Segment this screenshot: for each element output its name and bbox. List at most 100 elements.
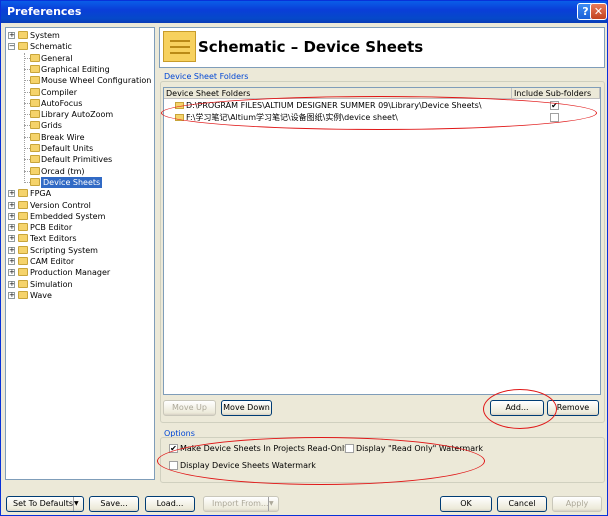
folder-icon <box>30 177 40 186</box>
expand-icon[interactable]: + <box>8 224 15 232</box>
move-up-button[interactable]: Move Up <box>163 400 216 416</box>
load-button[interactable]: Load... <box>145 496 195 512</box>
close-button[interactable]: ✕ <box>590 3 607 20</box>
folder-icon <box>30 166 40 175</box>
page-title: Schematic – Device Sheets <box>198 38 424 56</box>
folder-icon <box>18 200 28 209</box>
import-from-label: Import From... <box>212 499 269 508</box>
tree-item-label: Library AutoZoom <box>41 110 114 120</box>
tree-item-label: Wave <box>30 290 52 300</box>
expand-icon[interactable]: + <box>8 258 15 265</box>
tree-item-label: Grids <box>41 121 62 131</box>
tree-item-label: Simulation <box>30 279 73 289</box>
tree-item-default-primitives[interactable]: Default Primitives <box>6 154 154 165</box>
folder-icon <box>30 53 40 62</box>
preferences-tree[interactable]: + System − Schematic General Graphical Editin… <box>5 27 155 480</box>
cancel-button[interactable]: Cancel <box>497 496 547 512</box>
expand-icon[interactable]: + <box>8 212 15 220</box>
tree-item-mouse-wheel-configuration[interactable]: Mouse Wheel Configuration <box>6 75 154 86</box>
tree-item-label: System <box>30 31 60 40</box>
tree-item-label: Device Sheets <box>41 176 103 188</box>
tree-item-orcad-tm[interactable]: Orcad (tm) <box>6 166 154 177</box>
tree-item-label: General <box>41 53 73 63</box>
folder-icon <box>18 279 28 288</box>
folder-icon <box>18 234 28 243</box>
tree-item-general[interactable]: General <box>6 53 154 64</box>
folder-icon <box>30 155 40 164</box>
tree-item-label: Embedded System <box>30 211 106 221</box>
annotation-ellipse-folders <box>161 96 597 130</box>
save-button[interactable]: Save... <box>89 496 139 512</box>
tree-item-cam-editor[interactable]: + CAM Editor <box>6 256 154 267</box>
tree-item-device-sheets[interactable]: Device Sheets <box>6 176 154 188</box>
tree-item-version-control[interactable]: + Version Control <box>6 200 154 211</box>
collapse-icon[interactable]: − <box>8 43 15 51</box>
tree-item-label: Graphical Editing <box>41 64 110 74</box>
column-header-include-subfolders[interactable]: Include Sub-folders <box>512 88 600 99</box>
folder-icon <box>18 223 28 232</box>
folders-table[interactable]: Device Sheet Folders Include Sub-folders… <box>163 87 601 395</box>
tree-item-label: AutoFocus <box>41 98 83 108</box>
set-to-defaults-label: Set To Defaults <box>13 499 74 508</box>
schematic-page-icon <box>163 31 196 62</box>
expand-icon[interactable]: + <box>8 280 15 288</box>
tree-item-graphical-editing[interactable]: Graphical Editing <box>6 64 154 75</box>
folder-icon <box>18 245 28 254</box>
apply-button[interactable]: Apply <box>552 496 602 512</box>
folder-icon <box>18 257 28 265</box>
set-to-defaults-button[interactable]: Set To Defaults ▼ <box>6 496 84 512</box>
tree-item-scripting-system[interactable]: + Scripting System <box>6 245 154 256</box>
tree-item-pcb-editor[interactable]: + PCB Editor <box>6 222 154 233</box>
tree-item-label: Schematic <box>30 42 72 52</box>
expand-icon[interactable]: + <box>8 291 15 299</box>
tree-item-label: Mouse Wheel Configuration <box>41 76 152 86</box>
tree-item-system[interactable]: + System <box>6 30 154 41</box>
folder-icon <box>30 87 40 96</box>
expand-icon[interactable]: + <box>8 190 15 198</box>
folder-icon <box>18 268 28 277</box>
tree-item-wave[interactable]: + Wave <box>6 290 154 301</box>
tree-item-grids[interactable]: Grids <box>6 120 154 131</box>
folder-icon <box>30 121 40 130</box>
annotation-ellipse-add <box>483 389 557 429</box>
tree-item-label: Break Wire <box>41 132 85 142</box>
expand-icon[interactable]: + <box>8 32 15 39</box>
tree-item-production-manager[interactable]: + Production Manager <box>6 267 154 278</box>
move-down-button[interactable]: Move Down <box>221 400 272 416</box>
tree-item-autofocus[interactable]: AutoFocus <box>6 98 154 109</box>
tree-item-compiler[interactable]: Compiler <box>6 87 154 98</box>
tree-item-schematic[interactable]: − Schematic <box>6 41 154 52</box>
title-bar[interactable]: Preferences ? ✕ <box>1 1 607 23</box>
chevron-down-icon[interactable]: ▼ <box>268 497 278 511</box>
tree-item-label: PCB Editor <box>30 223 73 233</box>
import-from-button[interactable]: Import From... ▼ <box>203 496 279 512</box>
tree-item-label: Orcad (tm) <box>41 166 85 176</box>
tree-item-break-wire[interactable]: Break Wire <box>6 132 154 143</box>
tree-item-label: Production Manager <box>30 268 111 278</box>
window-title: Preferences <box>7 5 82 18</box>
tree-item-label: FPGA <box>30 189 52 199</box>
folders-group-label: Device Sheet Folders <box>164 72 249 81</box>
tree-item-text-editors[interactable]: + Text Editors <box>6 233 154 244</box>
folder-icon <box>30 132 40 141</box>
page-header: Schematic – Device Sheets <box>159 27 605 68</box>
ok-button[interactable]: OK <box>440 496 492 512</box>
folder-icon <box>18 211 28 220</box>
annotation-ellipse-options <box>157 437 485 485</box>
tree-item-default-units[interactable]: Default Units <box>6 143 154 154</box>
tree-item-label: Default Primitives <box>41 155 113 165</box>
folder-icon <box>30 76 40 85</box>
tree-connector <box>24 52 25 184</box>
tree-item-fpga[interactable]: + FPGA <box>6 188 154 199</box>
expand-icon[interactable]: + <box>8 235 15 243</box>
tree-item-label: Version Control <box>30 200 91 210</box>
tree-item-library-autozoom[interactable]: Library AutoZoom <box>6 109 154 120</box>
expand-icon[interactable]: + <box>8 246 15 254</box>
tree-item-simulation[interactable]: + Simulation <box>6 279 154 290</box>
expand-icon[interactable]: + <box>8 201 15 209</box>
chevron-down-icon[interactable]: ▼ <box>73 497 83 511</box>
folder-icon <box>18 31 28 39</box>
expand-icon[interactable]: + <box>8 269 15 277</box>
tree-item-embedded-system[interactable]: + Embedded System <box>6 211 154 222</box>
folder-icon <box>30 144 40 152</box>
